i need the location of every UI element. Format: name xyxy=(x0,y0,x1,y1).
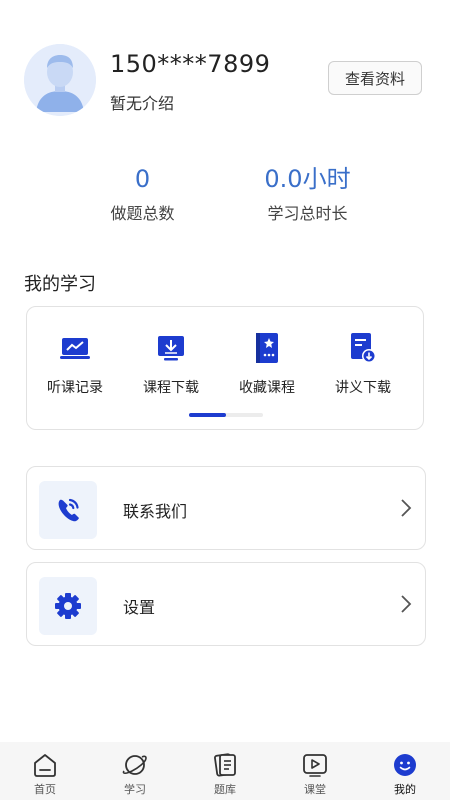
my-study-card: 听课记录 课程下载 收藏课程 讲义下载 xyxy=(26,306,424,430)
study-item-history[interactable]: 听课记录 xyxy=(27,331,123,397)
study-item-label: 讲义下载 xyxy=(335,380,391,396)
study-item-favorites[interactable]: 收藏课程 xyxy=(219,331,315,397)
study-scroll-thumb xyxy=(189,413,226,417)
chevron-right-icon xyxy=(401,595,412,613)
menu-item-settings[interactable]: 设置 xyxy=(26,562,426,646)
tab-label: 课堂 xyxy=(304,783,326,796)
tab-label: 首页 xyxy=(34,783,56,796)
study-item-course-download[interactable]: 课程下载 xyxy=(123,331,219,397)
user-intro: 暂无介绍 xyxy=(110,94,175,113)
gear-icon xyxy=(39,577,97,635)
tab-label: 题库 xyxy=(214,783,236,796)
study-item-label: 听课记录 xyxy=(47,380,103,396)
stat-value: 0 xyxy=(134,165,151,193)
tab-label: 学习 xyxy=(124,783,146,796)
bottom-tab-bar: 首页 学习 题库 课堂 我的 xyxy=(0,742,450,800)
tab-classroom[interactable]: 课堂 xyxy=(270,742,360,800)
section-title-my-study: 我的学习 xyxy=(24,274,96,295)
stat-label: 做题总数 xyxy=(110,204,175,223)
stat-study-time[interactable]: 0.0小时 学习总时长 xyxy=(225,150,390,242)
tab-home[interactable]: 首页 xyxy=(0,742,90,800)
chevron-right-icon xyxy=(401,499,412,517)
stat-questions[interactable]: 0 做题总数 xyxy=(60,150,225,242)
profile-header: 150****7899 暂无介绍 查看资料 xyxy=(24,44,426,120)
home-icon xyxy=(31,751,59,779)
menu-item-contact[interactable]: 联系我们 xyxy=(26,466,426,550)
avatar[interactable] xyxy=(24,44,96,116)
menu-label: 联系我们 xyxy=(123,502,188,521)
tab-mine[interactable]: 我的 xyxy=(360,742,450,800)
chart-screen-icon xyxy=(58,331,92,365)
study-items-row[interactable]: 听课记录 课程下载 收藏课程 讲义下载 xyxy=(27,331,423,397)
study-scroll-indicator xyxy=(189,413,263,417)
phone-icon xyxy=(39,481,97,539)
view-profile-button[interactable]: 查看资料 xyxy=(328,61,422,95)
user-phone: 150****7899 xyxy=(110,50,271,78)
study-item-label: 课程下载 xyxy=(143,380,199,396)
user-face-icon xyxy=(391,751,419,779)
stat-label: 学习总时长 xyxy=(267,204,348,223)
stats-panel: 0 做题总数 0.0小时 学习总时长 xyxy=(60,150,390,242)
video-play-icon xyxy=(301,751,329,779)
download-screen-icon xyxy=(154,331,188,365)
menu-label: 设置 xyxy=(123,598,156,617)
tab-label: 我的 xyxy=(394,783,416,796)
stat-value: 0.0小时 xyxy=(264,165,351,193)
tab-study[interactable]: 学习 xyxy=(90,742,180,800)
study-item-label: 收藏课程 xyxy=(239,380,295,396)
study-item-handout-download[interactable]: 讲义下载 xyxy=(315,331,411,397)
document-download-icon xyxy=(346,331,380,365)
planet-icon xyxy=(121,751,149,779)
bookmark-book-icon xyxy=(250,331,284,365)
tab-question-bank[interactable]: 题库 xyxy=(180,742,270,800)
avatar-person-icon xyxy=(24,44,96,116)
notebook-icon xyxy=(211,751,239,779)
